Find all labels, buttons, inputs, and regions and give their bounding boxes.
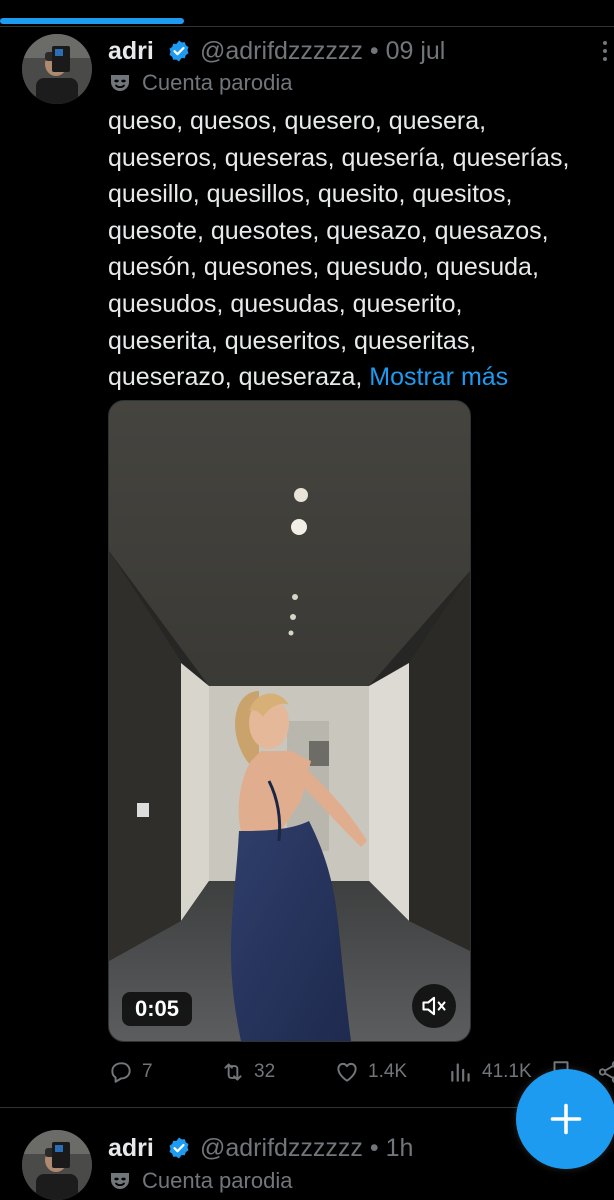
views-count: 41.1K — [482, 1061, 532, 1082]
like-count: 1.4K — [368, 1061, 408, 1082]
timestamp[interactable]: 09 jul — [386, 37, 446, 65]
muted-speaker-icon — [422, 996, 446, 1016]
display-name[interactable]: adri — [108, 37, 154, 66]
views-icon — [451, 1063, 470, 1082]
reply-icon — [111, 1062, 131, 1083]
separator-dot: • — [369, 1134, 379, 1162]
video-player[interactable]: 0:05 — [108, 400, 471, 1042]
display-name[interactable]: adri — [108, 1134, 154, 1163]
video-duration-badge: 0:05 — [122, 992, 193, 1026]
avatar[interactable] — [22, 34, 92, 104]
media-progress-fill — [0, 18, 185, 24]
verified-badge-icon — [169, 40, 189, 62]
plus-icon — [550, 1103, 582, 1135]
views-button[interactable]: 41.1K — [448, 1059, 532, 1085]
reply-button[interactable]: 7 — [108, 1059, 153, 1085]
tweet[interactable]: adri @adrifdzzzzzz • 09 jul Cuenta parod… — [0, 27, 614, 1107]
parody-label-text: Cuenta parodia — [142, 1168, 293, 1193]
verified-badge-icon — [169, 1137, 189, 1159]
repost-icon — [224, 1063, 242, 1081]
handle[interactable]: @adrifdzzzzzz — [200, 37, 363, 65]
more-icon[interactable] — [596, 37, 614, 65]
show-more-link[interactable]: Mostrar más — [369, 363, 508, 391]
repost-button[interactable]: 32 — [220, 1059, 275, 1085]
parody-label-text: Cuenta parodia — [142, 70, 293, 95]
video-thumbnail — [109, 401, 470, 1041]
tweet-text: queso, quesos, quesero, quesera, quesero… — [108, 103, 613, 396]
parody-mask-icon — [111, 75, 129, 91]
repost-count: 32 — [254, 1061, 276, 1082]
parody-mask-icon — [111, 1173, 129, 1189]
parody-label: Cuenta parodia — [108, 70, 292, 96]
parody-label: Cuenta parodia — [108, 1168, 292, 1194]
tweet-text-content: queso, quesos, quesero, quesera, quesero… — [108, 107, 570, 392]
like-button[interactable]: 1.4K — [334, 1059, 407, 1085]
separator-dot: • — [369, 37, 379, 65]
timestamp[interactable]: 1h — [386, 1134, 414, 1162]
handle[interactable]: @adrifdzzzzzz — [200, 1134, 363, 1162]
reply-count: 7 — [142, 1061, 153, 1082]
avatar[interactable] — [22, 1130, 92, 1200]
handle-and-time: @adrifdzzzzzz • 1h — [200, 1134, 413, 1163]
handle-and-time: @adrifdzzzzzz • 09 jul — [200, 37, 445, 66]
compose-button[interactable] — [516, 1069, 614, 1169]
mute-toggle[interactable] — [412, 984, 456, 1028]
media-progress-bar — [0, 18, 614, 24]
like-icon — [337, 1062, 357, 1082]
